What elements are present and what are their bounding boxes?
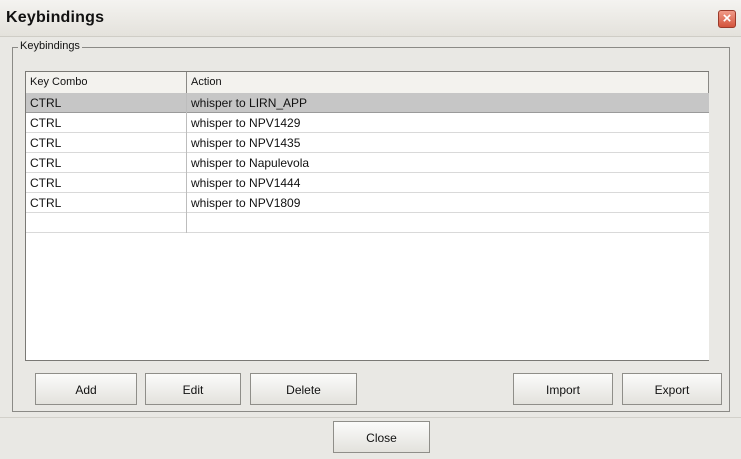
action-cell: whisper to Napulevola xyxy=(191,156,310,170)
key-combo-cell: CTRL xyxy=(26,93,187,113)
keybindings-dialog: Keybindings × Keybindings Key Combo Acti… xyxy=(0,0,741,459)
column-header-key-combo[interactable]: Key Combo xyxy=(26,72,187,93)
key-combo-cell: CTRL xyxy=(26,133,187,153)
action-cell: whisper to NPV1809 xyxy=(191,196,301,210)
import-button[interactable]: Import xyxy=(513,373,613,405)
key-combo-cell: CTRL xyxy=(26,193,187,213)
close-icon[interactable]: × xyxy=(718,10,736,28)
footer-divider xyxy=(0,417,741,418)
edit-button[interactable]: Edit xyxy=(145,373,241,405)
keybindings-list[interactable]: Key Combo Action CTRL whisper to LIRN_AP… xyxy=(25,71,709,361)
table-row[interactable]: CTRL whisper to NPV1435 xyxy=(26,133,709,153)
add-button[interactable]: Add xyxy=(35,373,137,405)
action-cell: whisper to LIRN_APP xyxy=(191,96,308,110)
key-combo-cell xyxy=(26,213,187,233)
delete-button[interactable]: Delete xyxy=(250,373,357,405)
key-combo-cell: CTRL xyxy=(26,153,187,173)
key-combo-cell: CTRL xyxy=(26,173,187,193)
table-row[interactable]: CTRL whisper to NPV1809 xyxy=(26,193,709,213)
action-cell: whisper to NPV1435 xyxy=(191,136,301,150)
title-bar: Keybindings × xyxy=(0,0,741,37)
action-cell xyxy=(187,213,709,233)
empty-row[interactable] xyxy=(26,213,709,233)
groupbox-label: Keybindings xyxy=(18,40,82,52)
table-row[interactable]: CTRL whisper to Napulevola xyxy=(26,153,709,173)
list-header: Key Combo Action xyxy=(26,72,709,94)
action-cell: whisper to NPV1429 xyxy=(191,116,301,130)
table-row[interactable]: CTRL whisper to NPV1429 xyxy=(26,113,709,133)
column-header-action[interactable]: Action xyxy=(187,72,709,93)
table-row[interactable]: CTRL whisper to LIRN_APP xyxy=(26,93,709,113)
export-button[interactable]: Export xyxy=(622,373,722,405)
window-title: Keybindings xyxy=(6,9,105,26)
action-cell: whisper to NPV1444 xyxy=(191,176,301,190)
close-button[interactable]: Close xyxy=(333,421,430,453)
key-combo-cell: CTRL xyxy=(26,113,187,133)
table-row[interactable]: CTRL whisper to NPV1444 xyxy=(26,173,709,193)
